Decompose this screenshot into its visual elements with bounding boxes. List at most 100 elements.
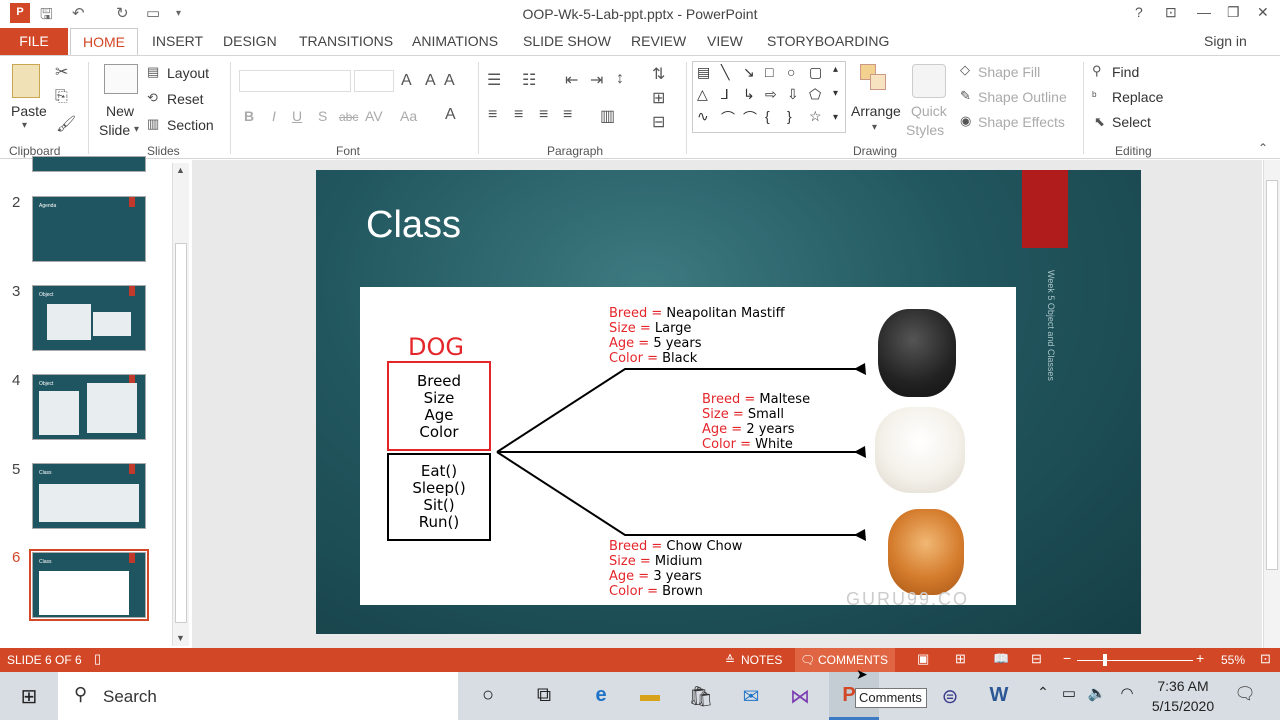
oval-shape-icon[interactable]: ○ xyxy=(787,64,795,80)
smartart-icon[interactable]: ⊟ xyxy=(652,112,665,132)
textbox-shape-icon[interactable]: ▤ xyxy=(697,64,710,81)
arrange-icon[interactable] xyxy=(860,64,890,94)
callout-shape-icon[interactable]: ⬠ xyxy=(809,86,821,103)
tab-transitions[interactable]: TRANSITIONS xyxy=(299,33,393,49)
italic-button[interactable]: I xyxy=(272,108,276,124)
clear-formatting-icon[interactable]: A xyxy=(444,72,455,90)
help-button[interactable]: ? xyxy=(1135,4,1143,20)
elbow-connector-icon[interactable]: ⅃ xyxy=(721,86,729,103)
store-icon[interactable]: 🛍 xyxy=(688,684,714,708)
arc-shape-icon[interactable]: ⌒ xyxy=(721,108,735,128)
elbow-arrow-icon[interactable]: ↳ xyxy=(743,86,755,103)
slideshow-view-icon[interactable]: ⊟ xyxy=(1031,651,1042,667)
action-center-icon[interactable]: 🗨 xyxy=(1232,684,1258,708)
edge-browser-icon[interactable]: e xyxy=(588,684,614,708)
arrange-button[interactable]: Arrange xyxy=(851,103,901,119)
right-arrow-shape-icon[interactable]: ⇨ xyxy=(765,86,777,103)
visual-studio-icon[interactable]: ⋈ xyxy=(787,684,813,708)
reset-button[interactable]: Reset xyxy=(167,91,204,107)
justify-icon[interactable]: ≡ xyxy=(563,106,572,124)
spell-check-icon[interactable]: ▯ xyxy=(94,651,101,667)
rectangle-shape-icon[interactable]: □ xyxy=(765,64,773,80)
change-case-button[interactable]: Aa xyxy=(400,108,417,124)
scroll-down-icon[interactable]: ▼ xyxy=(176,633,185,643)
slide-thumbnail-4[interactable]: Object xyxy=(32,374,146,440)
battery-icon[interactable]: ▭ xyxy=(1056,684,1082,708)
align-text-icon[interactable]: ⊞ xyxy=(652,88,665,108)
zoom-slider-thumb[interactable] xyxy=(1103,654,1107,666)
section-button[interactable]: Section xyxy=(167,117,214,133)
shape-outline-button[interactable]: Shape Outline xyxy=(978,89,1067,105)
slide-sorter-icon[interactable]: ⊞ xyxy=(955,651,966,667)
triangle-shape-icon[interactable]: △ xyxy=(697,86,708,103)
format-painter-icon[interactable]: 🖌 xyxy=(56,114,76,134)
show-hidden-icons[interactable]: ⌃ xyxy=(1030,684,1056,708)
decrease-font-icon[interactable]: A xyxy=(425,72,436,90)
thumbnail-scrollbar[interactable]: ▲ ▼ xyxy=(172,163,189,646)
new-slide-icon[interactable] xyxy=(104,64,138,94)
layout-button[interactable]: Layout xyxy=(167,65,209,81)
reading-view-icon[interactable]: 📖 xyxy=(993,651,1009,667)
zoom-in-icon[interactable]: + xyxy=(1196,650,1204,666)
shapes-scroll-down-icon[interactable]: ▾ xyxy=(833,88,838,99)
tab-view[interactable]: VIEW xyxy=(707,33,743,49)
app-taskbar-icon[interactable]: ⊜ xyxy=(937,684,963,708)
shape-effects-button[interactable]: Shape Effects xyxy=(978,114,1065,130)
select-button[interactable]: Select xyxy=(1112,114,1151,130)
text-direction-icon[interactable]: ⇅ xyxy=(652,64,665,84)
cortana-icon[interactable]: ○ xyxy=(475,684,501,708)
paste-icon[interactable] xyxy=(12,64,40,98)
zoom-out-icon[interactable]: − xyxy=(1063,650,1071,666)
rounded-rect-shape-icon[interactable]: ▢ xyxy=(809,64,822,81)
star-shape-icon[interactable]: ☆ xyxy=(809,108,822,125)
shapes-scroll-up-icon[interactable]: ▴ xyxy=(833,64,838,75)
taskbar-search-box[interactable]: ⚲ Search xyxy=(58,672,458,720)
shapes-more-icon[interactable]: ▾ xyxy=(833,112,838,123)
decrease-indent-icon[interactable]: ⇤ xyxy=(565,70,578,90)
clock-time[interactable]: 7:36 AM xyxy=(1148,678,1218,694)
font-color-icon[interactable]: A xyxy=(445,106,456,124)
close-button[interactable]: ✕ xyxy=(1257,4,1269,21)
replace-button[interactable]: Replace xyxy=(1112,89,1163,105)
notes-button[interactable]: NOTES xyxy=(741,653,782,667)
down-arrow-shape-icon[interactable]: ⇩ xyxy=(787,86,799,103)
shape-fill-button[interactable]: Shape Fill xyxy=(978,64,1040,80)
tab-review[interactable]: REVIEW xyxy=(631,33,686,49)
collapse-ribbon-icon[interactable]: ⌃ xyxy=(1258,141,1268,155)
arrow-line-shape-icon[interactable]: ↘ xyxy=(743,64,755,81)
word-taskbar-icon[interactable]: W xyxy=(986,684,1012,708)
paste-dropdown-icon[interactable]: ▾ xyxy=(22,120,27,131)
bullets-icon[interactable]: ☰ xyxy=(487,70,501,90)
slide-thumbnail-3[interactable]: Object xyxy=(32,285,146,351)
tab-animations[interactable]: ANIMATIONS xyxy=(412,33,498,49)
normal-view-icon[interactable]: ▣ xyxy=(917,651,929,667)
slide-title[interactable]: Class xyxy=(366,204,461,247)
quick-styles-label-2[interactable]: Styles xyxy=(906,122,944,138)
slide-thumbnail-2[interactable]: Agenda xyxy=(32,196,146,262)
numbering-icon[interactable]: ☷ xyxy=(522,70,536,90)
font-size-dropdown[interactable] xyxy=(354,70,394,92)
restore-button[interactable]: ❐ xyxy=(1227,4,1240,21)
increase-font-icon[interactable]: A xyxy=(401,72,412,90)
volume-icon[interactable]: 🔈 xyxy=(1084,684,1110,708)
minimize-button[interactable]: — xyxy=(1197,4,1211,20)
paste-button-label[interactable]: Paste xyxy=(11,103,47,119)
quick-styles-label-1[interactable]: Quick xyxy=(911,103,947,119)
cut-icon[interactable]: ✂ xyxy=(55,62,68,82)
find-button[interactable]: Find xyxy=(1112,64,1139,80)
current-slide[interactable]: Class Week 5 Object and Classes DOG Bree… xyxy=(316,170,1141,634)
file-explorer-icon[interactable]: ▬ xyxy=(637,684,663,708)
underline-button[interactable]: U xyxy=(292,108,302,124)
align-left-icon[interactable]: ≡ xyxy=(488,106,497,124)
zoom-level[interactable]: 55% xyxy=(1221,653,1245,667)
clock-date[interactable]: 5/15/2020 xyxy=(1142,698,1224,714)
scroll-up-icon[interactable]: ▲ xyxy=(176,165,185,175)
tab-file[interactable]: FILE xyxy=(0,28,68,55)
bold-button[interactable]: B xyxy=(244,108,254,124)
tab-design[interactable]: DESIGN xyxy=(223,33,277,49)
line-spacing-icon[interactable]: ↕ xyxy=(616,70,624,88)
new-slide-label-2[interactable]: Slide xyxy=(99,122,130,138)
class-diagram-image[interactable]: DOG Breed Size Age Color Eat() Sleep() S… xyxy=(360,287,1016,609)
mail-icon[interactable]: ✉ xyxy=(738,684,764,708)
zoom-slider-track[interactable] xyxy=(1077,660,1193,661)
